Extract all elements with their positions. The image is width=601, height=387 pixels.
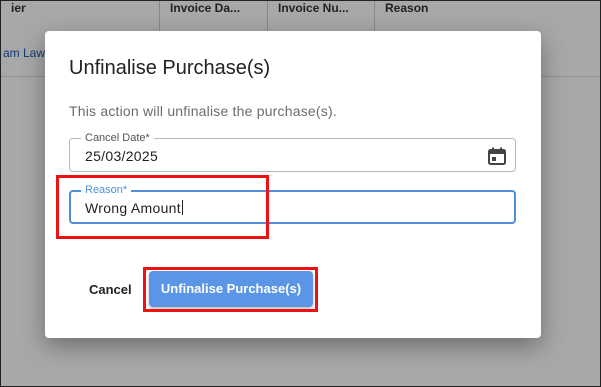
reason-highlight-box	[56, 175, 269, 239]
app-screen: ier Invoice Da... Invoice Nu... Reason a…	[0, 0, 601, 387]
cancel-date-value: 25/03/2025	[85, 148, 159, 164]
dialog-title: Unfinalise Purchase(s)	[69, 57, 271, 79]
calendar-icon[interactable]	[487, 146, 507, 166]
button-highlight-box	[143, 267, 318, 312]
cancel-date-field[interactable]: Cancel Date* 25/03/2025	[69, 131, 516, 172]
cancel-date-label: Cancel Date*	[81, 131, 154, 145]
cancel-button[interactable]: Cancel	[89, 282, 132, 297]
dialog-description: This action will unfinalise the purchase…	[69, 103, 337, 119]
